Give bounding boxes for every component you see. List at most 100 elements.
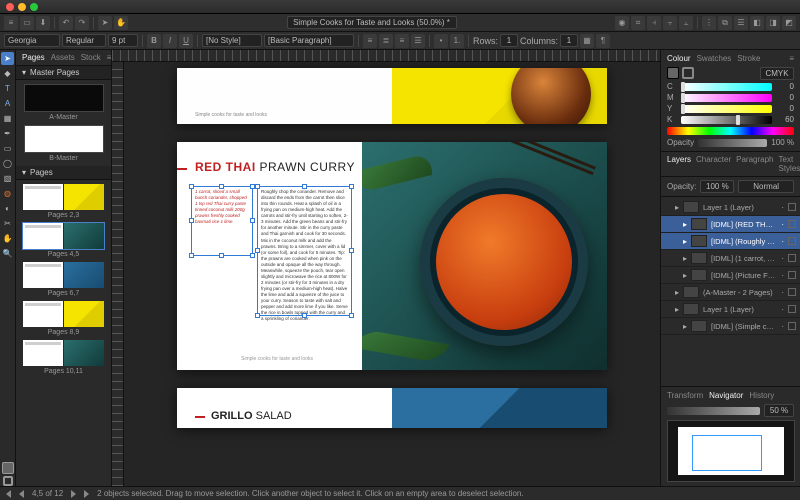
lock-icon[interactable]: · [781,288,784,297]
opacity-slider[interactable] [698,139,767,147]
lock-icon[interactable]: · [781,305,784,314]
node-tool-icon[interactable]: ◆ [1,67,14,80]
fill-swatch-icon[interactable] [2,462,14,474]
fill-tool-icon[interactable]: ◍ [1,187,14,200]
distribute-icon[interactable]: ⋮ [702,16,716,30]
pointer-icon[interactable]: ➤ [98,16,112,30]
insert-table-icon[interactable]: ▦ [580,34,594,48]
vector-crop-tool-icon[interactable]: ✂ [1,217,14,230]
document-title[interactable]: Simple Cooks for Taste and Looks (50.0%)… [287,16,457,29]
tab-pages[interactable]: Pages [22,53,45,62]
align-text-left-icon[interactable]: ≡ [363,34,377,48]
next-page-icon[interactable] [71,490,76,498]
spread-bottom[interactable]: GRILLO SALAD [177,388,607,428]
tab-text-styles[interactable]: Text Styles [779,155,800,173]
snap-icon[interactable]: ⌗ [631,16,645,30]
layer-row[interactable]: ▸[IDML] (Picture Frame)· [661,267,800,284]
font-style-field[interactable]: Regular [62,34,106,47]
para-style-field[interactable]: [Basic Paragraph] [264,34,354,47]
visibility-toggle[interactable] [788,203,796,211]
hand-icon[interactable]: ✋ [114,16,128,30]
pan-tool-icon[interactable]: ✋ [1,232,14,245]
ruler-horizontal[interactable] [112,50,660,62]
tab-assets[interactable]: Assets [51,53,75,62]
font-size-field[interactable]: 9 pt [108,34,138,47]
visibility-toggle[interactable] [788,254,796,262]
persona-designer-icon[interactable]: ◨ [766,16,780,30]
pages-header[interactable]: ▾ Pages [16,166,111,180]
lock-icon[interactable]: · [781,237,784,246]
ellipse-tool-icon[interactable]: ◯ [1,157,14,170]
zoom-slider[interactable] [667,407,760,415]
minimize-window-icon[interactable] [18,3,26,11]
lock-icon[interactable]: · [781,220,784,229]
spread-10-11[interactable]: Pages 10,11 [22,340,105,375]
k-slider[interactable] [681,116,772,124]
redo-icon[interactable]: ↷ [75,16,89,30]
tab-navigator[interactable]: Navigator [709,391,743,400]
viewport[interactable]: Simple cooks for taste and looks RED THA… [124,62,660,486]
tab-stock[interactable]: Stock [81,53,101,62]
move-tool-icon[interactable]: ➤ [1,52,14,65]
last-page-icon[interactable] [84,490,89,498]
text-frame-body[interactable]: Roughly chop the coriander. Remove and d… [257,186,352,316]
lock-icon[interactable]: · [781,203,784,212]
layer-row[interactable]: ▸Layer 1 (Layer)· [661,199,800,216]
spread-2-3[interactable]: Pages 2,3 [22,184,105,219]
lock-icon[interactable]: · [781,322,784,331]
blend-mode-field[interactable]: Normal [738,180,794,193]
arrange-icon[interactable]: ☰ [734,16,748,30]
master-pages-header[interactable]: ▾ Master Pages [16,66,111,80]
text-wrap-icon[interactable]: ¶ [596,34,610,48]
visibility-toggle[interactable] [788,288,796,296]
bold-icon[interactable]: B [147,34,161,48]
colour-mode-field[interactable]: CMYK [760,67,794,80]
pen-tool-icon[interactable]: ✒ [1,127,14,140]
visibility-toggle[interactable] [788,237,796,245]
persona-publisher-icon[interactable]: ◧ [750,16,764,30]
ruler-vertical[interactable] [112,62,124,486]
text-tool-icon[interactable]: T [1,82,14,95]
layer-opacity-field[interactable]: 100 % [700,180,734,193]
visibility-toggle[interactable] [788,305,796,313]
visibility-toggle[interactable] [788,322,796,330]
layer-row[interactable]: ▸(A-Master - 2 Pages)· [661,284,800,301]
persona-photo-icon[interactable]: ◩ [782,16,796,30]
y-slider[interactable] [681,105,772,113]
panel-options-icon[interactable]: ≡ [107,53,112,62]
visibility-toggle[interactable] [788,220,796,228]
cols-field[interactable]: 1 [560,34,578,47]
artistic-text-tool-icon[interactable]: A [1,97,14,110]
master-b[interactable]: B-Master [22,125,105,162]
spread-4-5[interactable]: Pages 4,5 [22,223,105,258]
list-number-icon[interactable]: 1. [450,34,464,48]
fill-swatch[interactable] [667,67,679,79]
open-icon[interactable]: ▭ [20,16,34,30]
undo-icon[interactable]: ↶ [59,16,73,30]
spread-main[interactable]: RED THAI PRAWN CURRY 1 carrot, sliced a … [177,142,607,370]
visibility-toggle[interactable] [788,271,796,279]
spread-8-9[interactable]: Pages 8,9 [22,301,105,336]
align-text-justify-icon[interactable]: ☰ [411,34,425,48]
lock-icon[interactable]: · [781,254,784,263]
align-text-right-icon[interactable]: ≡ [395,34,409,48]
panel-menu-icon[interactable]: ≡ [789,54,794,63]
m-slider[interactable] [681,94,772,102]
transparency-tool-icon[interactable]: ◐ [1,202,14,215]
stroke-swatch-icon[interactable] [3,476,13,486]
tab-stroke[interactable]: Stroke [737,54,760,63]
layer-row[interactable]: ▸[IDML] (Roughly chop the c· [661,233,800,250]
align-left-icon[interactable]: ⫞ [647,16,661,30]
first-page-icon[interactable] [6,490,11,498]
layer-row[interactable]: ▸[IDML] (Simple cooks for· [661,318,800,335]
underline-icon[interactable]: U [179,34,193,48]
italic-icon[interactable]: I [163,34,177,48]
layer-row[interactable]: ▸[IDML] (1 carrot, sliced ▸· [661,250,800,267]
layer-row[interactable]: ▸Layer 1 (Layer)· [661,301,800,318]
tab-character[interactable]: Character [696,155,731,173]
rectangle-tool-icon[interactable]: ▭ [1,142,14,155]
close-window-icon[interactable] [6,3,14,11]
spread-top[interactable]: Simple cooks for taste and looks [177,68,607,124]
zoom-tool-icon[interactable]: 🔍 [1,247,14,260]
zoom-field[interactable]: 50 % [764,404,794,417]
